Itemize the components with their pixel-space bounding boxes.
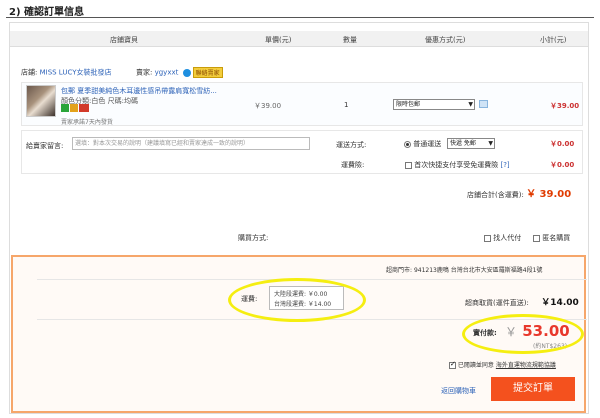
memo-input[interactable]: 選填：對本次交易的說明（建議填寫已經和賣家達成一致的說明） (72, 137, 310, 150)
insurance-fee: ￥0.00 (550, 161, 575, 169)
header-quantity: 數量 (343, 36, 357, 44)
unit-price: ￥39.00 (254, 102, 282, 110)
header-discount: 優惠方式(元) (425, 36, 466, 44)
anonymous-option[interactable]: 匿名購買 (533, 233, 570, 243)
agreement-text: 已閱讀並同意 (457, 362, 494, 369)
proxy-pay-option[interactable]: 找人代付 (484, 233, 521, 243)
pickup-fee-label: 超商取貨(運件直送): (465, 299, 529, 307)
shipping-radio[interactable] (404, 140, 411, 148)
quantity: 1 (344, 101, 349, 109)
agreement-checkbox[interactable] (449, 360, 456, 369)
insurance-help-link[interactable]: [?] (500, 161, 509, 169)
store-total: 店鋪合計(含運費): ￥ 39.00 (467, 185, 571, 200)
chevron-down-icon: ▼ (488, 140, 493, 147)
highlight-ellipse-freight (228, 278, 366, 322)
shipping-radio-label: 普通運送 (413, 140, 442, 148)
discount-select[interactable]: 限時包郵 ▼ (393, 99, 475, 110)
highlight-ellipse-total (462, 314, 584, 354)
store-info: 店鋪: MISS LUCY女裝批發店 賣家: ygyxxt 聯絡賣家 (21, 67, 223, 78)
proxy-pay-label: 找人代付 (493, 234, 522, 242)
store-total-label: 店鋪合計(含運費): (467, 191, 524, 199)
product-thumbnail[interactable] (26, 85, 56, 117)
seller-label: 賣家: (136, 68, 153, 77)
store-total-amount: ￥ 39.00 (526, 189, 572, 200)
address-label: 超商門市: (386, 267, 413, 274)
insurance-checkbox[interactable] (405, 161, 412, 169)
pickup-fee: 超商取貨(運件直送): ￥14.00 (465, 295, 579, 308)
chevron-down-icon: ▼ (468, 101, 473, 108)
seller-link[interactable]: ygyxxt (155, 69, 179, 77)
product-spec: 顏色分類:白色 尺碼:均碼 (61, 97, 138, 105)
submit-order-button[interactable]: 提交訂單 (491, 377, 575, 401)
product-subtotal: ￥39.00 (550, 102, 580, 110)
discount-select-value: 限時包郵 (396, 101, 421, 108)
pickup-address: 超商門市: 941213鹿鳴 台灣台北市大安區羅斯福路4段1號 (386, 265, 542, 274)
delivery-promise: 賣家承諾7天內發貨 (61, 119, 113, 126)
table-header: 店鋪寶貝 單價(元) 數量 優惠方式(元) 小計(元) (10, 31, 588, 47)
back-to-cart-link[interactable]: 返回購物車 (441, 386, 476, 396)
anonymous-label: 匿名購買 (542, 234, 571, 242)
shipping-fee: ￥0.00 (550, 140, 575, 148)
insurance-option[interactable]: 首次快捷支付享受免運費險 [?] (405, 160, 510, 170)
pickup-fee-amount: ￥14.00 (541, 298, 579, 308)
address-value: 941213鹿鳴 台灣台北市大安區羅斯福路4段1號 (413, 267, 543, 274)
insurance-text: 首次快捷支付享受免運費險 (414, 161, 499, 169)
section-title: 2) 確認訂單信息 (9, 7, 85, 18)
header-subtotal: 小計(元) (540, 36, 567, 44)
shipping-select-value: 快遞 免郵 (450, 140, 476, 147)
discount-info-icon[interactable] (479, 100, 488, 108)
contact-seller-button[interactable]: 聯絡賣家 (192, 67, 223, 78)
agreement[interactable]: 已閱讀並同意 海外直運物流規範協議 (449, 360, 556, 369)
product-name-link[interactable]: 包郵 夏季甜美純色木耳邊性感吊帶露肩寬松雪紡... (61, 86, 217, 96)
shipping-label: 運送方式: (336, 141, 367, 149)
shipping-option[interactable]: 普通運送 (404, 139, 441, 149)
header-shop-items: 店鋪寶貝 (110, 36, 138, 44)
store-name-link[interactable]: MISS LUCY女裝批發店 (40, 69, 112, 77)
header-unit-price: 單價(元) (265, 36, 292, 44)
proxy-pay-checkbox[interactable] (484, 234, 491, 242)
insurance-label: 運費險: (341, 161, 365, 169)
agreement-link[interactable]: 海外直運物流規範協議 (496, 362, 556, 369)
memo-label: 給賣家留言: (26, 142, 64, 150)
purchase-method-label: 購買方式: (238, 234, 269, 242)
store-label: 店鋪: (21, 68, 38, 77)
chat-icon[interactable] (182, 68, 191, 77)
shipping-select[interactable]: 快遞 免郵 ▼ (447, 138, 495, 149)
title-divider (6, 17, 594, 18)
anonymous-checkbox[interactable] (533, 234, 540, 242)
